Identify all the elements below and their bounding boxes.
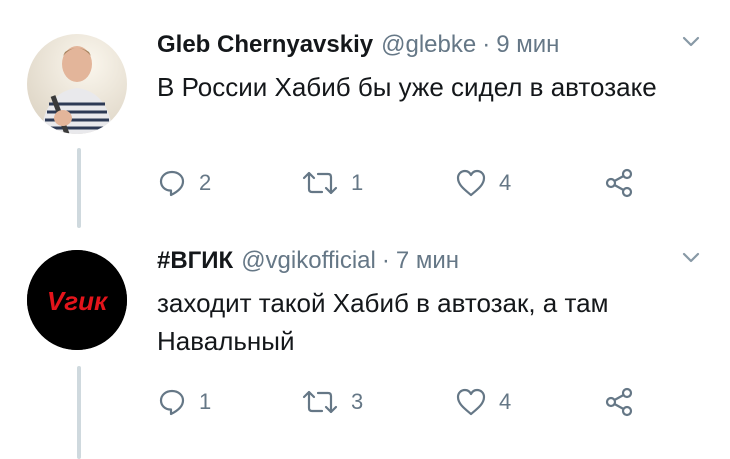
like-count: 4 xyxy=(499,389,512,414)
author-handle[interactable]: @glebke xyxy=(381,31,476,59)
retweet-button[interactable]: 1 xyxy=(301,168,363,198)
tweet-text: В России Хабиб бы уже сидел в автозаке xyxy=(157,72,657,102)
share-button[interactable] xyxy=(603,168,635,198)
tweet-header: Gleb Chernyavskiy @glebke · 9 мин xyxy=(157,30,700,60)
share-icon xyxy=(603,387,635,417)
share-icon xyxy=(603,168,635,198)
user-photo-avatar-icon xyxy=(27,34,127,134)
retweet-count: 3 xyxy=(351,389,364,414)
heart-icon xyxy=(455,387,487,417)
tweet-1[interactable]: Gleb Chernyavskiy @glebke · 9 мин В Росс… xyxy=(0,0,730,228)
separator-dot: · xyxy=(381,247,390,274)
retweet-count: 1 xyxy=(351,170,364,195)
tweet-time[interactable]: 9 мин xyxy=(496,31,559,59)
like-button[interactable]: 4 xyxy=(455,387,511,417)
thread-line xyxy=(77,366,81,459)
thread-line xyxy=(77,148,81,228)
author-name[interactable]: Gleb Chernyavskiy xyxy=(157,31,373,59)
vgik-logo-avatar-icon: Vгик xyxy=(27,250,127,350)
reply-button[interactable]: 1 xyxy=(157,387,211,417)
tweet-2[interactable]: Vгик #ВГИК @vgikofficial · 7 мин заходит… xyxy=(0,228,730,459)
retweet-button[interactable]: 3 xyxy=(301,387,363,417)
author-name[interactable]: #ВГИК xyxy=(157,247,233,275)
tweet-text: заходит такой Хабиб в автозак, а там Нав… xyxy=(157,288,609,356)
share-button[interactable] xyxy=(603,387,635,417)
chevron-down-icon[interactable] xyxy=(682,252,700,264)
chevron-down-icon[interactable] xyxy=(682,36,700,48)
reply-icon xyxy=(157,168,187,198)
tweet-header: #ВГИК @vgikofficial · 7 мин xyxy=(157,246,700,276)
reply-count: 2 xyxy=(199,170,212,195)
separator-dot: · xyxy=(482,31,491,58)
reply-icon xyxy=(157,387,187,417)
avatar[interactable] xyxy=(27,34,127,134)
reply-count: 1 xyxy=(199,389,212,414)
tweet-time[interactable]: 7 мин xyxy=(396,247,459,275)
like-button[interactable]: 4 xyxy=(455,168,511,198)
retweet-icon xyxy=(301,168,339,198)
retweet-icon xyxy=(301,387,339,417)
logo-text: Vгик xyxy=(47,286,109,316)
author-handle[interactable]: @vgikofficial xyxy=(241,247,376,275)
like-count: 4 xyxy=(499,170,512,195)
heart-icon xyxy=(455,168,487,198)
avatar[interactable]: Vгик xyxy=(27,250,127,350)
reply-button[interactable]: 2 xyxy=(157,168,211,198)
